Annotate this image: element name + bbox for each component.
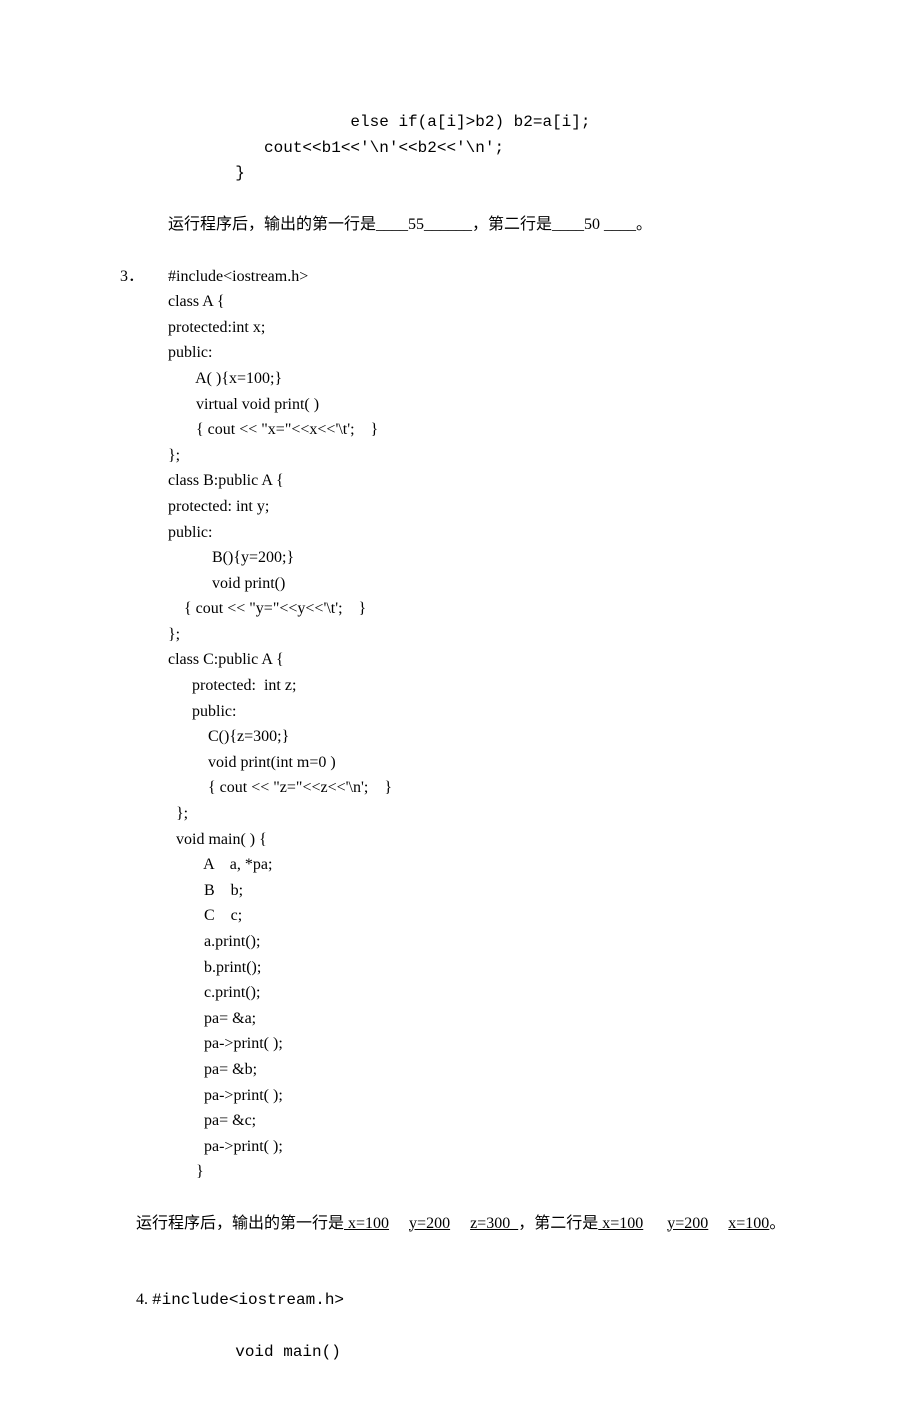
q2-answer-2: 50	[584, 216, 600, 233]
code-line: A( ){x=100;}	[168, 366, 800, 392]
q3-answer-5: y=200	[667, 1215, 708, 1232]
code-line: pa= &b;	[168, 1057, 800, 1083]
code-line: void main( ) {	[168, 827, 800, 853]
code-line: class A {	[168, 289, 800, 315]
code-line: };	[168, 622, 800, 648]
question-4: 4. #include<iostream.h>	[120, 1262, 800, 1340]
code-line: cout<<b1<<'\n'<<b2<<'\n';	[168, 136, 800, 162]
code-line: protected:int x;	[168, 315, 800, 341]
code-line: { cout << "z="<<z<<'\n'; }	[168, 775, 800, 801]
code-line: C c;	[168, 903, 800, 929]
code-line: public:	[168, 340, 800, 366]
code-line: B(){y=200;}	[168, 545, 800, 571]
code-line: void print()	[168, 571, 800, 597]
q3-answer-3: z=300	[470, 1215, 518, 1232]
code-line: b.print();	[168, 955, 800, 981]
code-line: B b;	[168, 878, 800, 904]
code-line: protected: int z;	[168, 673, 800, 699]
q4-line-1: #include<iostream.h>	[152, 1291, 344, 1309]
q2-result-mid: ______，第二行是____	[424, 216, 584, 233]
q4-line-2: void main()	[120, 1340, 800, 1366]
q3-answer-2: y=200	[409, 1215, 450, 1232]
question-3-body: #include<iostream.h> class A {protected:…	[168, 264, 800, 1185]
q3-answer-4: x=100	[598, 1215, 643, 1232]
code-line: class C:public A {	[168, 647, 800, 673]
include-line: #include<iostream.h>	[168, 264, 800, 290]
code-line: }	[168, 161, 800, 187]
q3-answer-1: x=100	[344, 1215, 389, 1232]
code-line: class B:public A {	[168, 468, 800, 494]
q2-result-suffix: ____。	[600, 216, 652, 233]
q3-result-suffix: 。	[769, 1215, 785, 1232]
q2-result-line: 运行程序后，输出的第一行是____55______，第二行是____50 ___…	[120, 187, 800, 264]
code-line: pa->print( );	[168, 1031, 800, 1057]
code-line: pa= &a;	[168, 1006, 800, 1032]
q3-code-block: class A {protected:int x;public: A( ){x=…	[168, 289, 800, 1185]
code-line: { cout << "y="<<y<<'\t'; }	[168, 596, 800, 622]
code-line: };	[168, 443, 800, 469]
prev-code-block: else if(a[i]>b2) b2=a[i]; cout<<b1<<'\n'…	[120, 110, 800, 187]
q2-answer-1: 55	[408, 216, 424, 233]
code-line: a.print();	[168, 929, 800, 955]
code-line: pa->print( );	[168, 1134, 800, 1160]
document-page: else if(a[i]>b2) b2=a[i]; cout<<b1<<'\n'…	[0, 0, 920, 1425]
code-line: protected: int y;	[168, 494, 800, 520]
code-line: { cout << "x="<<x<<'\t'; }	[168, 417, 800, 443]
code-line: A a, *pa;	[168, 852, 800, 878]
question-3-number: 3．	[120, 264, 168, 290]
code-line: C(){z=300;}	[168, 724, 800, 750]
question-3: 3． #include<iostream.h> class A {protect…	[120, 264, 800, 1185]
code-line: pa->print( );	[168, 1083, 800, 1109]
q3-result-line: 运行程序后，输出的第一行是 x=100 y=200 z=300 ，第二行是 x=…	[120, 1185, 800, 1262]
q3-result-prefix: 运行程序后，输出的第一行是	[136, 1215, 344, 1232]
code-line: void print(int m=0 )	[168, 750, 800, 776]
q3-answer-6: x=100	[728, 1215, 769, 1232]
code-line: public:	[168, 699, 800, 725]
code-line: }	[168, 1159, 800, 1185]
code-line: virtual void print( )	[168, 392, 800, 418]
code-line: };	[168, 801, 800, 827]
code-line: else if(a[i]>b2) b2=a[i];	[168, 110, 800, 136]
question-4-number: 4.	[136, 1291, 152, 1308]
code-line: pa= &c;	[168, 1108, 800, 1134]
q3-result-mid: ，第二行是	[518, 1215, 598, 1232]
code-line: c.print();	[168, 980, 800, 1006]
code-line: public:	[168, 520, 800, 546]
q2-result-prefix: 运行程序后，输出的第一行是____	[136, 216, 408, 233]
